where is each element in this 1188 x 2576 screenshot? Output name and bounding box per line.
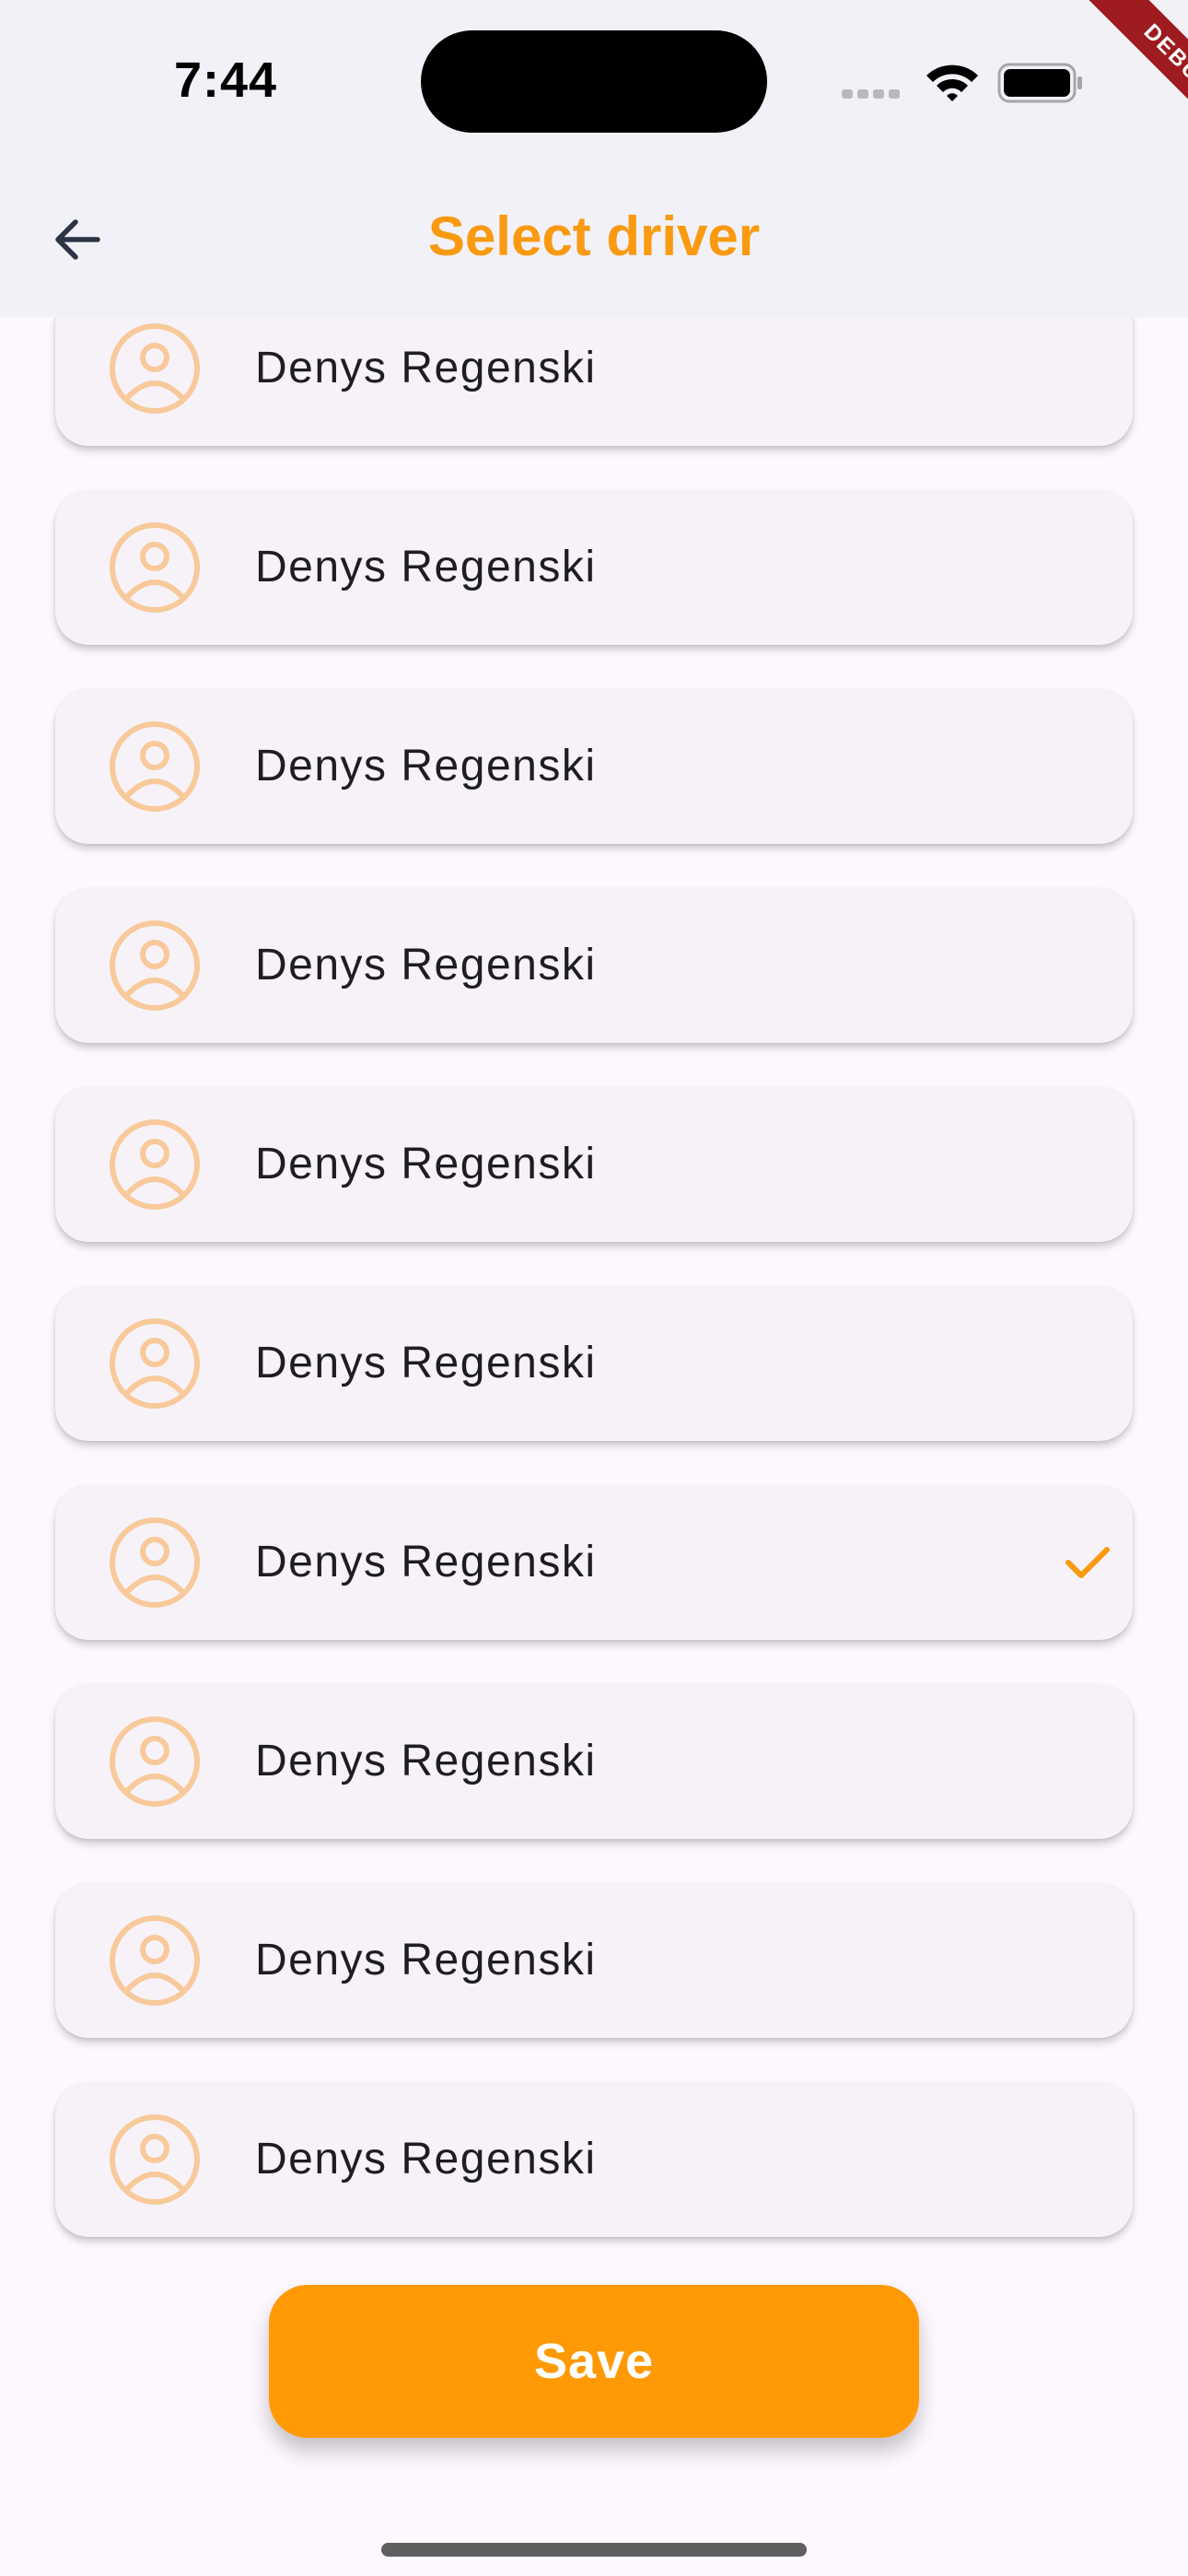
driver-card-selected[interactable]: Denys Regenski bbox=[55, 1485, 1133, 1640]
save-button[interactable]: Save bbox=[269, 2285, 919, 2438]
driver-card[interactable]: Denys Regenski bbox=[55, 1087, 1133, 1242]
driver-name: Denys Regenski bbox=[255, 1339, 597, 1388]
driver-card[interactable]: Denys Regenski bbox=[55, 490, 1133, 645]
driver-name: Denys Regenski bbox=[255, 2135, 597, 2184]
status-time: 7:44 bbox=[173, 53, 278, 108]
person-circle-icon bbox=[110, 1915, 200, 2006]
driver-card[interactable]: Denys Regenski bbox=[55, 689, 1133, 844]
driver-list[interactable]: Denys Regenski Denys Regenski Denys Rege… bbox=[0, 0, 1188, 2576]
person-circle-icon bbox=[110, 1318, 200, 1409]
driver-name: Denys Regenski bbox=[255, 1538, 597, 1587]
driver-name: Denys Regenski bbox=[255, 941, 597, 989]
person-circle-icon bbox=[110, 721, 200, 812]
driver-card[interactable]: Denys Regenski bbox=[55, 1684, 1133, 1839]
driver-name: Denys Regenski bbox=[255, 742, 597, 790]
status-bar: 7:44 DEBUG bbox=[0, 0, 1188, 166]
person-circle-icon bbox=[110, 2114, 200, 2205]
checkmark-icon bbox=[1066, 1547, 1110, 1578]
cellular-signal-icon bbox=[842, 87, 904, 103]
driver-card[interactable]: Denys Regenski bbox=[55, 888, 1133, 1043]
driver-card[interactable]: Denys Regenski bbox=[55, 2082, 1133, 2237]
person-circle-icon bbox=[110, 1716, 200, 1807]
driver-card[interactable]: Denys Regenski bbox=[55, 1286, 1133, 1441]
app-bar: Select driver bbox=[0, 160, 1188, 317]
person-circle-icon bbox=[110, 522, 200, 613]
wifi-icon bbox=[926, 64, 978, 101]
person-circle-icon bbox=[110, 920, 200, 1011]
driver-card[interactable]: Denys Regenski bbox=[55, 1883, 1133, 2038]
person-circle-icon bbox=[110, 1517, 200, 1608]
person-circle-icon bbox=[110, 1119, 200, 1210]
page-title: Select driver bbox=[427, 205, 761, 267]
home-indicator bbox=[381, 2543, 807, 2557]
driver-name: Denys Regenski bbox=[255, 1936, 597, 1985]
driver-name: Denys Regenski bbox=[255, 1140, 597, 1188]
driver-name: Denys Regenski bbox=[255, 1737, 597, 1786]
dynamic-island bbox=[421, 30, 767, 133]
driver-name: Denys Regenski bbox=[255, 543, 597, 591]
debug-banner: DEBUG bbox=[1022, 0, 1188, 166]
debug-label: DEBUG bbox=[1066, 0, 1188, 166]
person-circle-icon bbox=[110, 323, 200, 414]
